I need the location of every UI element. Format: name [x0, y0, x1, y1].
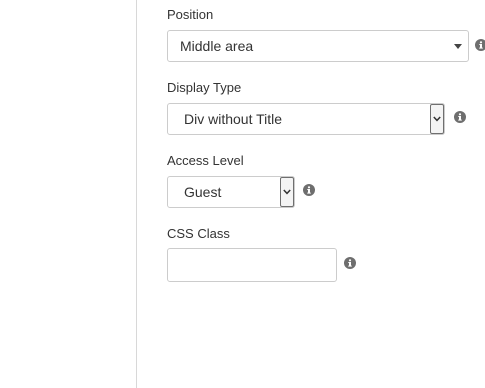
chevron-down-icon: [283, 189, 291, 195]
info-icon[interactable]: [303, 184, 315, 196]
dropdown-arrow-button[interactable]: [280, 177, 294, 207]
chevron-down-icon: [454, 44, 462, 49]
access-level-selected-value: Guest: [184, 184, 222, 200]
position-label: Position: [167, 7, 214, 22]
css-class-input[interactable]: [167, 248, 337, 282]
display-type-select[interactable]: Div without Title: [167, 103, 445, 135]
dropdown-arrow-button[interactable]: [430, 104, 444, 134]
position-select[interactable]: Middle area: [167, 30, 469, 62]
left-panel: [0, 0, 137, 388]
access-level-select[interactable]: Guest: [167, 176, 295, 208]
position-selected-value: Middle area: [180, 38, 254, 54]
access-level-label: Access Level: [167, 153, 244, 168]
display-type-selected-value: Div without Title: [184, 111, 283, 127]
chevron-down-icon: [433, 116, 441, 122]
module-settings-page: Position Middle area Display Type Div wi…: [0, 0, 485, 388]
info-icon[interactable]: [475, 39, 485, 51]
info-icon[interactable]: [344, 257, 356, 269]
info-icon[interactable]: [454, 111, 466, 123]
css-class-label: CSS Class: [167, 226, 230, 241]
display-type-label: Display Type: [167, 80, 242, 95]
